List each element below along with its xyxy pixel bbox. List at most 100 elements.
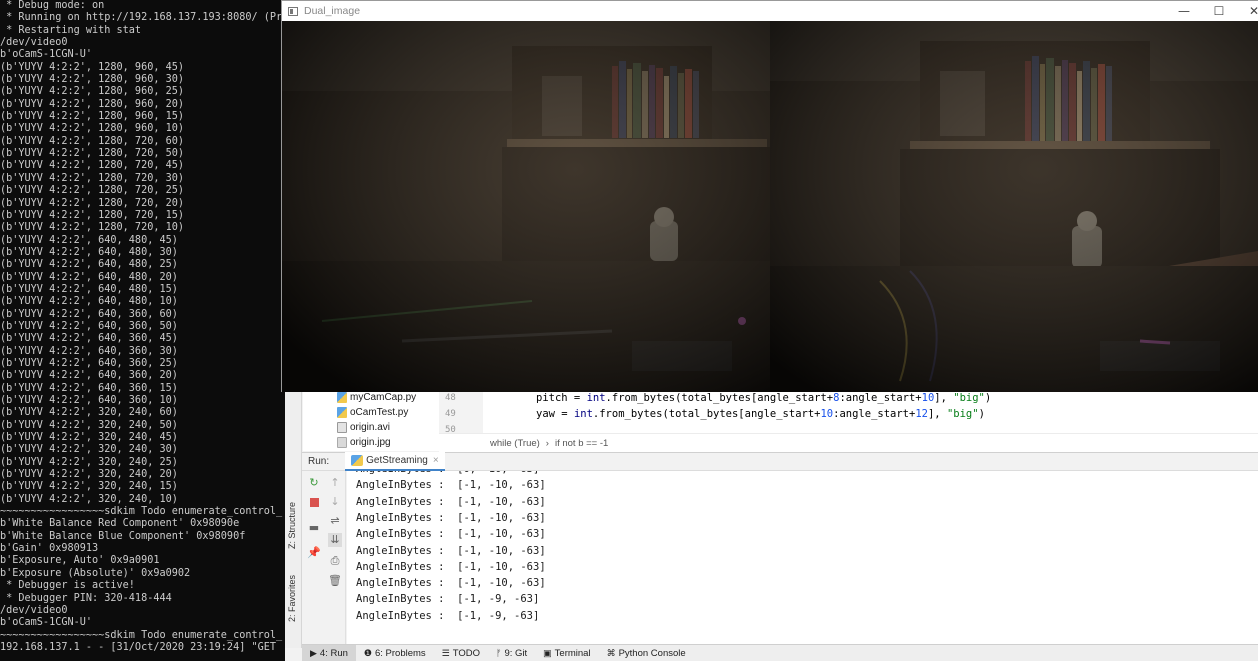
file-item-mycamcap[interactable]: myCamCap.py [337, 390, 416, 405]
terminal-line: (b'YUYV 4:2:2', 640, 480, 30) [0, 246, 178, 258]
tab-icon: ⌘ [606, 647, 616, 658]
terminal-line: (b'YUYV 4:2:2', 1280, 960, 45) [0, 61, 185, 73]
dual-image-window: Dual_image — ☐ ✕ [281, 0, 1258, 392]
console-output-line: AngleInBytes : [-1, -10, -63] [356, 544, 546, 557]
breadcrumb: while (True) › if not b == -1 [439, 433, 1258, 452]
console-output-line: AngleInBytes : [0, -10, -63] [356, 471, 539, 475]
arrow-up-icon[interactable]: ↑ [328, 476, 342, 490]
terminal-line: ~~~~~~~~~~~~~~~~~sdkim Todo enumerate_co… [0, 629, 283, 641]
video-file-icon [337, 422, 347, 433]
terminal-line: /dev/video0 [0, 37, 68, 49]
bottom-tab[interactable]: ⌘ Python Console [599, 645, 694, 661]
breadcrumb-item[interactable]: while (True) [490, 438, 540, 449]
terminal-line: (b'YUYV 4:2:2', 320, 240, 30) [0, 444, 178, 456]
stop-icon[interactable] [307, 497, 321, 511]
terminal-line: 192.168.137.1 - - [31/Oct/2020 23:19:24]… [0, 641, 277, 653]
terminal-line: (b'YUYV 4:2:2', 640, 360, 60) [0, 308, 178, 320]
bottom-tab-label: 9: Git [504, 647, 528, 659]
maximize-button[interactable]: ☐ [1202, 1, 1236, 21]
terminal-line: /dev/video0 [0, 604, 68, 616]
terminal-line: * Running on http://192.168.137.193:8080… [0, 12, 283, 24]
code-line-49: yaw = int.from_bytes(total_bytes[angle_s… [536, 408, 985, 420]
terminal-line: (b'YUYV 4:2:2', 1280, 960, 30) [0, 74, 185, 86]
console-output-line: AngleInBytes : [-1, -9, -63] [356, 593, 540, 606]
terminal-line: * Debug mode: on [0, 0, 105, 11]
terminal-line: (b'YUYV 4:2:2', 320, 240, 20) [0, 469, 178, 481]
python-run-icon [351, 455, 364, 466]
terminal-line: (b'YUYV 4:2:2', 1280, 720, 15) [0, 209, 185, 221]
rerun-icon[interactable]: ↻ [307, 476, 321, 490]
terminal-line: (b'YUYV 4:2:2', 640, 360, 20) [0, 370, 178, 382]
arrow-down-icon[interactable]: ↓ [328, 495, 342, 509]
structure-tab[interactable]: Z: Structure [287, 502, 297, 549]
breadcrumb-separator: › [545, 437, 549, 449]
terminal-line: (b'YUYV 4:2:2', 1280, 720, 20) [0, 197, 185, 209]
file-name: origin.jpg [350, 437, 391, 448]
breadcrumb-item[interactable]: if not b == -1 [555, 438, 608, 449]
console-output-line: AngleInBytes : [-1, -10, -63] [356, 577, 546, 590]
terminal-line: (b'YUYV 4:2:2', 1280, 720, 30) [0, 172, 185, 184]
terminal-line: (b'YUYV 4:2:2', 320, 240, 25) [0, 456, 178, 468]
minimize-button[interactable]: — [1167, 1, 1201, 21]
terminal-line: b'oCamS-1CGN-U' [0, 49, 93, 61]
terminal-line: (b'YUYV 4:2:2', 1280, 960, 10) [0, 123, 185, 135]
bottom-tab[interactable]: ❶ 6: Problems [356, 645, 434, 661]
terminal-line: b'Exposure, Auto' 0x9a0901 [0, 555, 160, 567]
console-output-line: AngleInBytes : [-1, -9, -63] [356, 609, 540, 622]
code-line-48: pitch = int.from_bytes(total_bytes[angle… [536, 392, 992, 404]
soft-wrap-icon[interactable]: ⇌ [328, 514, 342, 528]
window-app-icon [288, 6, 298, 16]
run-toolbar-primary: ↻ ▬ 📌 [303, 471, 324, 651]
window-titlebar[interactable]: Dual_image — ☐ ✕ [282, 1, 1258, 21]
left-camera-view [282, 21, 770, 392]
bottom-tab-label: Python Console [618, 647, 686, 659]
file-item-origin-jpg[interactable]: origin.jpg [337, 435, 391, 450]
terminal-line: b'White Balance Red Component' 0x98090e [0, 518, 240, 530]
print-icon[interactable]: ⎙ [328, 554, 342, 568]
bottom-tab[interactable]: ▶ 4: Run [302, 644, 356, 661]
run-console-output[interactable]: AngleInBytes : [0, -10, -63] AngleInBytes… [347, 471, 1258, 644]
tab-icon: ▣ [543, 647, 552, 658]
terminal-line: (b'YUYV 4:2:2', 640, 480, 15) [0, 283, 178, 295]
terminal-line: (b'YUYV 4:2:2', 640, 360, 45) [0, 333, 178, 345]
terminal-line: (b'YUYV 4:2:2', 1280, 960, 15) [0, 111, 185, 123]
terminal-line: (b'YUYV 4:2:2', 640, 480, 25) [0, 259, 178, 271]
tab-icon: ᚠ [496, 648, 502, 658]
close-icon[interactable]: × [433, 455, 439, 466]
python-file-icon [337, 392, 347, 403]
right-camera-view [770, 21, 1258, 392]
tab-icon: ❶ [363, 647, 372, 658]
terminal-line: (b'YUYV 4:2:2', 1280, 960, 25) [0, 86, 185, 98]
trash-icon[interactable]: 🗑 [328, 574, 342, 588]
project-tree: myCamCap.py oCamTest.py origin.avi origi… [303, 390, 439, 451]
bottom-tab[interactable]: ᚠ 9: Git [488, 645, 535, 661]
window-title: Dual_image [304, 5, 361, 17]
line-number: 48 [445, 393, 456, 403]
console-output-line: AngleInBytes : [-1, -10, -63] [356, 511, 546, 524]
bottom-tab[interactable]: ▣ Terminal [535, 645, 598, 661]
terminal-line: (b'YUYV 4:2:2', 1280, 720, 50) [0, 148, 185, 160]
layout-icon[interactable]: ▬ [307, 521, 321, 535]
line-number: 49 [445, 409, 456, 419]
close-button[interactable]: ✕ [1237, 1, 1258, 21]
terminal-line: (b'YUYV 4:2:2', 1280, 720, 25) [0, 185, 185, 197]
file-item-ocamtest[interactable]: oCamTest.py [337, 405, 408, 420]
terminal-window[interactable]: * Debug mode: on * Running on http://192… [0, 0, 290, 661]
terminal-line: b'White Balance Blue Component' 0x98090f [0, 530, 246, 542]
dual-camera-image [282, 21, 1258, 392]
terminal-line: b'Exposure (Absolute)' 0x9a0902 [0, 567, 191, 579]
code-editor[interactable]: pitch = int.from_bytes(total_bytes[angle… [483, 390, 1258, 433]
bottom-tool-bar: ▶ 4: Run ❶ 6: Problems ☰ TODO ᚠ 9: Git ▣ Terminal… [302, 644, 1258, 661]
terminal-line: (b'YUYV 4:2:2', 640, 360, 50) [0, 320, 178, 332]
editor-gutter: 48 49 50 [439, 390, 483, 433]
favorites-tab[interactable]: 2: Favorites [287, 575, 297, 622]
scroll-to-end-icon[interactable]: ⇊ [328, 533, 342, 547]
terminal-line: ~~~~~~~~~~~~~~~~~sdkim Todo enumerate_co… [0, 506, 283, 518]
tool-window-strip: Z: Structure 2: Favorites [285, 390, 302, 648]
run-tab-getstreaming[interactable]: GetStreaming × [345, 452, 445, 471]
run-panel-header: Run: GetStreaming × [302, 452, 1258, 471]
terminal-line: (b'YUYV 4:2:2', 640, 360, 15) [0, 382, 178, 394]
file-item-origin-avi[interactable]: origin.avi [337, 420, 390, 435]
pin-icon[interactable]: 📌 [307, 546, 321, 560]
bottom-tab[interactable]: ☰ TODO [434, 645, 488, 661]
